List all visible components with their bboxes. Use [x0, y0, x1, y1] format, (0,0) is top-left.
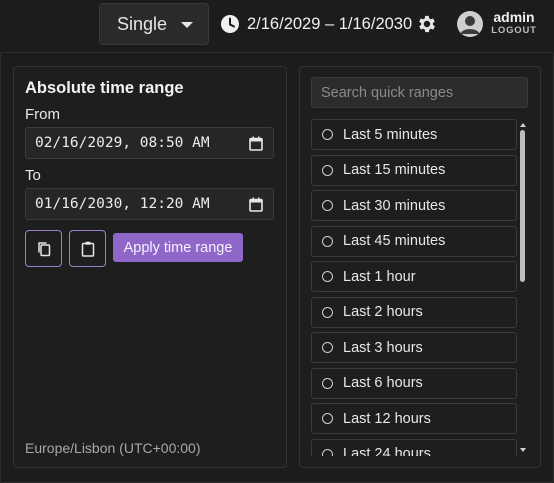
logout-link[interactable]: LOGOUT [488, 25, 540, 37]
quick-range-item[interactable]: Last 12 hours [311, 403, 517, 434]
quick-range-item[interactable]: Last 30 minutes [311, 190, 517, 221]
radio-icon [322, 200, 333, 211]
time-range-display[interactable]: 2/16/2029 – 1/16/2030 [220, 11, 412, 37]
quick-range-item[interactable]: Last 6 hours [311, 367, 517, 399]
radio-icon [322, 271, 333, 282]
quick-range-item[interactable]: Last 2 hours [311, 296, 517, 328]
to-label: To [25, 167, 41, 184]
radio-icon [322, 413, 333, 424]
mode-select-value: Single [117, 13, 168, 34]
quick-range-label: Last 1 hour [343, 268, 416, 285]
quick-range-item[interactable]: Last 24 hours [311, 438, 517, 456]
quick-range-label: Last 3 hours [343, 339, 423, 356]
radio-icon [322, 235, 333, 247]
quick-range-label: Last 5 minutes [343, 126, 438, 143]
radio-icon [322, 129, 333, 140]
from-datetime-value: 02/16/2029, 08:50 AM [35, 135, 210, 151]
scroll-up-arrow-icon[interactable] [520, 123, 526, 127]
quick-range-item[interactable]: Last 1 hour [311, 261, 517, 292]
to-datetime-input[interactable]: 01/16/2030, 12:20 AM [25, 188, 274, 220]
user-avatar-icon[interactable] [457, 11, 483, 37]
quick-range-label: Last 15 minutes [343, 162, 446, 178]
mode-select[interactable]: Single [99, 3, 209, 45]
quick-ranges-list: Last 5 minutes Last 15 minutes Last 30 m… [311, 119, 517, 456]
clock-icon [221, 15, 239, 33]
apply-time-range-button[interactable]: Apply time range [113, 233, 243, 262]
scrollbar-thumb[interactable] [520, 130, 525, 282]
scroll-down-arrow-icon[interactable] [520, 448, 526, 452]
time-range-text: 2/16/2029 – 1/16/2030 [247, 14, 413, 33]
quick-ranges-scrollbar[interactable] [519, 119, 528, 456]
quick-range-item[interactable]: Last 45 minutes [311, 225, 517, 257]
quick-range-label: Last 6 hours [343, 375, 423, 391]
radio-icon [322, 164, 333, 176]
clipboard-icon [81, 241, 94, 257]
top-bar: Single 2/16/2029 – 1/16/2030 admin LOGOU… [0, 0, 554, 50]
time-range-popup: Absolute time range From 02/16/2029, 08:… [0, 52, 554, 483]
radio-icon [322, 342, 333, 353]
paste-range-button[interactable] [69, 230, 106, 267]
quick-range-label: Last 30 minutes [343, 197, 446, 214]
from-label: From [25, 106, 60, 123]
calendar-icon[interactable] [249, 197, 263, 212]
from-datetime-input[interactable]: 02/16/2029, 08:50 AM [25, 127, 274, 159]
copy-icon [37, 241, 50, 256]
to-datetime-value: 01/16/2030, 12:20 AM [35, 196, 210, 212]
gear-icon[interactable] [416, 13, 438, 35]
absolute-range-panel: Absolute time range From 02/16/2029, 08:… [13, 66, 287, 468]
radio-icon [322, 377, 333, 389]
calendar-icon[interactable] [249, 136, 263, 151]
quick-ranges-panel: Last 5 minutes Last 15 minutes Last 30 m… [299, 66, 541, 468]
quick-ranges-search-input[interactable] [311, 77, 528, 108]
radio-icon [322, 448, 333, 456]
chevron-down-icon [181, 22, 193, 28]
quick-range-label: Last 2 hours [343, 304, 423, 320]
absolute-range-title: Absolute time range [25, 79, 184, 97]
quick-range-item[interactable]: Last 3 hours [311, 332, 517, 363]
timezone-label: Europe/Lisbon (UTC+00:00) [25, 440, 201, 456]
quick-range-label: Last 12 hours [343, 410, 431, 427]
quick-range-label: Last 45 minutes [343, 233, 446, 249]
user-menu: admin LOGOUT [488, 9, 540, 37]
quick-range-item[interactable]: Last 15 minutes [311, 154, 517, 186]
radio-icon [322, 306, 333, 318]
quick-range-label: Last 24 hours [343, 446, 431, 456]
username: admin [493, 9, 535, 25]
copy-range-button[interactable] [25, 230, 62, 267]
quick-range-item[interactable]: Last 5 minutes [311, 119, 517, 150]
